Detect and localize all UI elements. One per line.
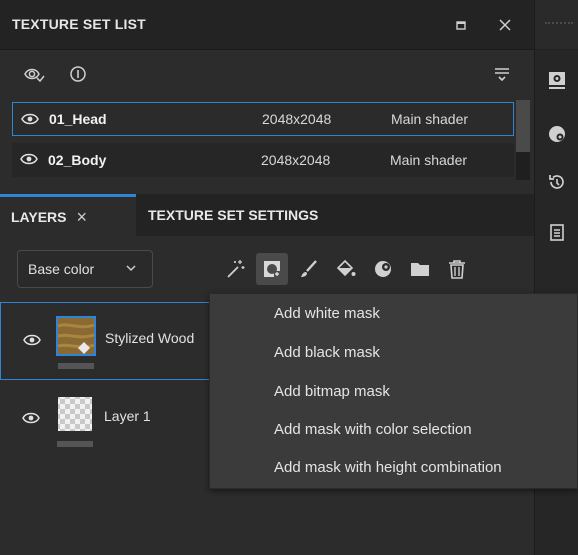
layer-tabs: LAYERS × TEXTURE SET SETTINGS	[0, 194, 534, 236]
texture-set-row[interactable]: 02_Body 2048x2048 Main shader	[12, 143, 514, 177]
history-icon[interactable]	[543, 168, 571, 196]
trash-icon[interactable]	[441, 253, 473, 285]
chevron-down-icon	[126, 265, 136, 272]
list-menu-icon[interactable]	[490, 62, 514, 86]
channel-dropdown[interactable]: Base color	[17, 250, 153, 288]
channel-dropdown-value: Base color	[28, 261, 95, 277]
mask-indicator	[58, 363, 94, 369]
drag-handle[interactable]	[545, 22, 573, 26]
info-icon[interactable]	[66, 62, 90, 86]
tab-layers-label: LAYERS	[11, 208, 67, 225]
texture-set-toolbar	[0, 50, 534, 98]
eye-icon[interactable]	[22, 411, 40, 425]
close-icon[interactable]: ×	[77, 208, 88, 226]
layer-name: Stylized Wood	[105, 330, 195, 346]
menu-item-add-mask-color-selection[interactable]: Add mask with color selection	[274, 421, 472, 438]
close-icon[interactable]	[493, 13, 517, 37]
scrollbar-thumb[interactable]	[516, 100, 530, 152]
tab-layers[interactable]: LAYERS ×	[0, 194, 136, 236]
tab-texture-set-settings-label: TEXTURE SET SETTINGS	[148, 207, 319, 223]
clipboard-icon[interactable]	[543, 218, 571, 246]
eye-icon[interactable]	[20, 152, 38, 166]
texture-set-scrollbar[interactable]	[516, 100, 530, 180]
mask-indicator	[57, 441, 93, 447]
texture-set-list-header: TEXTURE SET LIST	[0, 0, 534, 50]
menu-item-add-black-mask[interactable]: Add black mask	[274, 344, 380, 361]
menu-item-add-white-mask[interactable]: Add white mask	[274, 305, 380, 322]
texture-set-name: 02_Body	[48, 152, 107, 168]
texture-set-name: 01_Head	[49, 111, 107, 127]
restore-icon[interactable]	[449, 13, 473, 37]
texture-set-resolution: 2048x2048	[261, 152, 331, 168]
eye-icon[interactable]	[21, 112, 39, 126]
wood-material-thumbnail	[56, 316, 96, 356]
layer-name: Layer 1	[104, 408, 151, 424]
add-mask-icon[interactable]	[256, 253, 288, 285]
display-settings-icon[interactable]	[543, 66, 571, 94]
transparent-layer-thumbnail	[58, 397, 92, 431]
eye-icon[interactable]	[23, 333, 41, 347]
tab-texture-set-settings[interactable]: TEXTURE SET SETTINGS	[148, 194, 318, 236]
smart-material-icon[interactable]	[367, 253, 399, 285]
shader-icon[interactable]	[543, 120, 571, 148]
texture-set-shader: Main shader	[391, 111, 469, 127]
texture-set-row[interactable]: 01_Head 2048x2048 Main shader	[12, 102, 514, 136]
magic-wand-icon[interactable]	[219, 253, 251, 285]
panel-title: TEXTURE SET LIST	[12, 16, 146, 32]
texture-set-shader: Main shader	[390, 152, 468, 168]
texture-set-resolution: 2048x2048	[262, 111, 332, 127]
fill-icon[interactable]	[330, 253, 362, 285]
add-mask-menu: Add white mask Add black mask Add bitmap…	[209, 293, 578, 489]
menu-item-add-mask-height-combination[interactable]: Add mask with height combination	[274, 459, 502, 476]
brush-icon[interactable]	[293, 253, 325, 285]
menu-item-add-bitmap-mask[interactable]: Add bitmap mask	[274, 383, 390, 400]
visibility-filter-icon[interactable]	[22, 62, 46, 86]
folder-icon[interactable]	[404, 253, 436, 285]
